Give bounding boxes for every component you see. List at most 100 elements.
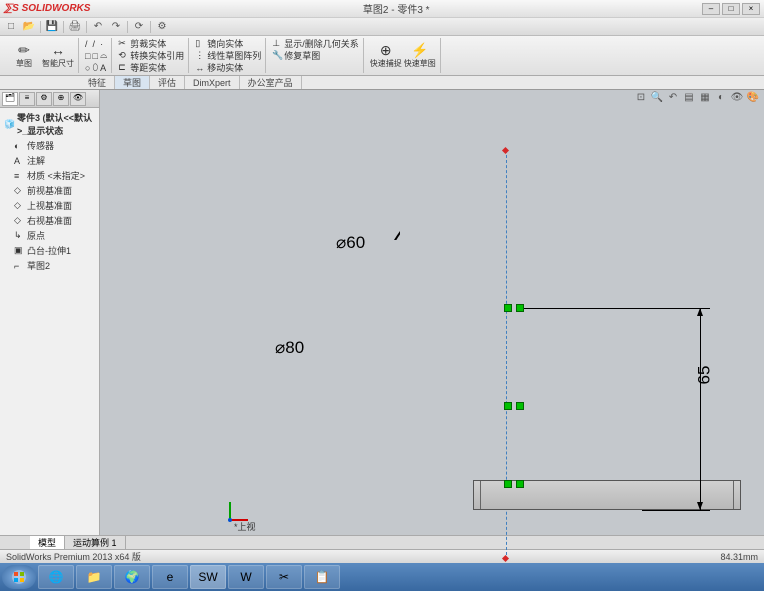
ribbon-group-pattern: ▯镜向实体 ⋮线性草图阵列 ↔移动实体 [191,38,266,73]
arc-tool[interactable]: / [92,38,98,49]
appearance-icon[interactable]: 🎨 [746,92,760,106]
tree-front-plane[interactable]: ◇前视基准面 [2,183,97,198]
quick-snap-button[interactable]: ⊕快速捕捉 [370,38,402,72]
coincident-marker [516,304,524,312]
mirror-button[interactable]: ▯镜向实体 [195,38,261,49]
smart-dimension-button[interactable]: ↔智能尺寸 [42,38,74,72]
tree-sketch2[interactable]: ⌐草图2 [2,258,97,273]
fm-tab-display[interactable]: 👁 [70,92,86,106]
taskbar-app-1[interactable]: 🌐 [38,565,74,589]
taskbar-app-solidworks[interactable]: SW [190,565,226,589]
open-icon[interactable]: 📂 [22,20,36,34]
taskbar-app-8[interactable]: 📋 [304,565,340,589]
rebuild-icon[interactable]: ⟳ [132,20,146,34]
window-controls: – □ × [702,3,760,15]
view-toolbar: ⊡ 🔍 ↶ ▤ ▦ ◐ 👁 🎨 [634,92,760,106]
tree-root[interactable]: 🧊零件3 (默认<<默认>_显示状态 [2,110,97,138]
dim-height-65[interactable]: 65 [694,366,714,385]
taskbar-app-7[interactable]: ✂ [266,565,302,589]
fm-tab-prop[interactable]: ≡ [19,92,35,106]
undo-icon[interactable]: ↶ [91,20,105,34]
tree-top-plane[interactable]: ◇上视基准面 [2,198,97,213]
ext-line-top [520,308,710,309]
print-icon[interactable]: 🖨 [68,20,82,34]
fm-tab-dim[interactable]: ⊕ [53,92,69,106]
ribbon: ✏草图 ↔智能尺寸 / □ ○ / □ ⬯ · ⌓ A ✂剪裁实体 ⟲转换实体引… [0,36,764,76]
new-icon[interactable]: □ [4,20,18,34]
text-tool[interactable]: A [100,62,107,73]
circle-tool[interactable]: ○ [85,62,90,73]
save-icon[interactable]: 💾 [45,20,59,34]
btab-model[interactable]: 模型 [30,536,65,549]
centerline-end-icon [502,147,509,154]
ellipse-tool[interactable]: ⬯ [92,62,98,73]
dim-diameter-80[interactable]: ⌀80 [275,338,304,358]
redo-icon[interactable]: ↷ [109,20,123,34]
polygon-tool[interactable]: □ [92,50,98,61]
move-button[interactable]: ↔移动实体 [195,62,261,73]
origin-marker [504,304,512,312]
taskbar-app-4[interactable]: e [152,565,188,589]
dim-diameter-60[interactable]: ⌀60 [336,233,365,253]
tree-sensors[interactable]: ◐传感器 [2,138,97,153]
main-area: 🗂 ≡ ⚙ ⊕ 👁 🧊零件3 (默认<<默认>_显示状态 ◐传感器 A注解 ≡材… [0,90,764,535]
point-tool[interactable]: · [100,38,107,49]
feature-tree: 🧊零件3 (默认<<默认>_显示状态 ◐传感器 A注解 ≡材质 <未指定> ◇前… [0,108,99,275]
status-version: SolidWorks Premium 2013 x64 版 [6,550,141,563]
start-button[interactable] [2,565,36,589]
ribbon-group-modify: ✂剪裁实体 ⟲转换实体引用 ⊏等距实体 [114,38,189,73]
trim-button[interactable]: ✂剪裁实体 [118,38,184,49]
offset-button[interactable]: ⊏等距实体 [118,62,184,73]
zoom-area-icon[interactable]: 🔍 [650,92,664,106]
tree-annotations[interactable]: A注解 [2,153,97,168]
taskbar-app-2[interactable]: 📁 [76,565,112,589]
tab-evaluate[interactable]: 评估 [150,76,185,89]
tab-features[interactable]: 特征 [80,76,115,89]
relations-button[interactable]: ⊥显示/删除几何关系 [272,38,359,49]
linear-pattern-button[interactable]: ⋮线性草图阵列 [195,50,261,61]
spline-tool[interactable]: ⌓ [100,50,107,61]
maximize-button[interactable]: □ [722,3,740,15]
hide-show-icon[interactable]: 👁 [730,92,744,106]
zoom-fit-icon[interactable]: ⊡ [634,92,648,106]
btab-motion[interactable]: 运动算例 1 [65,536,126,549]
fm-tab-config[interactable]: ⚙ [36,92,52,106]
tab-dimxpert[interactable]: DimXpert [185,76,240,89]
command-tabs: 特征 草图 评估 DimXpert 办公室产品 [0,76,764,90]
tab-sketch[interactable]: 草图 [115,76,150,89]
taskbar-app-word[interactable]: W [228,565,264,589]
close-button[interactable]: × [742,3,760,15]
section-icon[interactable]: ▤ [682,92,696,106]
tab-office[interactable]: 办公室产品 [240,76,302,89]
line-tool[interactable]: / [85,38,90,49]
ribbon-group-display: ⊥显示/删除几何关系 🔧修复草图 [268,38,364,73]
fm-tabs: 🗂 ≡ ⚙ ⊕ 👁 [0,90,99,108]
view-orient-icon[interactable]: ▦ [698,92,712,106]
fm-tab-tree[interactable]: 🗂 [2,92,18,106]
taskbar-app-3[interactable]: 🌍 [114,565,150,589]
relation-marker [504,402,512,410]
relation-marker [516,480,524,488]
feature-manager: 🗂 ≡ ⚙ ⊕ 👁 🧊零件3 (默认<<默认>_显示状态 ◐传感器 A注解 ≡材… [0,90,100,535]
tree-right-plane[interactable]: ◇右视基准面 [2,213,97,228]
rect-tool[interactable]: □ [85,50,90,61]
tree-material[interactable]: ≡材质 <未指定> [2,168,97,183]
prev-view-icon[interactable]: ↶ [666,92,680,106]
sketch-button[interactable]: ✏草图 [8,38,40,72]
view-label: *上视 [234,520,256,533]
ribbon-group-entities: / □ ○ / □ ⬯ · ⌓ A [81,38,112,73]
repair-button[interactable]: 🔧修复草图 [272,50,359,61]
convert-button[interactable]: ⟲转换实体引用 [118,50,184,61]
tree-origin[interactable]: ↳原点 [2,228,97,243]
quick-access-toolbar: □ 📂 💾 🖨 ↶ ↷ ⟳ ⚙ [0,18,764,36]
sketch-canvas [100,90,400,240]
options-icon[interactable]: ⚙ [155,20,169,34]
display-style-icon[interactable]: ◐ [714,92,728,106]
title-bar: ⅀S SOLIDWORKS 草图2 - 零件3 * – □ × [0,0,764,18]
document-title: 草图2 - 零件3 * [90,1,702,16]
tree-extrude1[interactable]: ▣凸台-拉伸1 [2,243,97,258]
graphics-viewport[interactable]: ⊡ 🔍 ↶ ▤ ▦ ◐ 👁 🎨 ⌀60 [100,90,764,535]
minimize-button[interactable]: – [702,3,720,15]
rapid-sketch-button[interactable]: ⚡快速草图 [404,38,436,72]
ext-line-bottom [642,510,710,511]
